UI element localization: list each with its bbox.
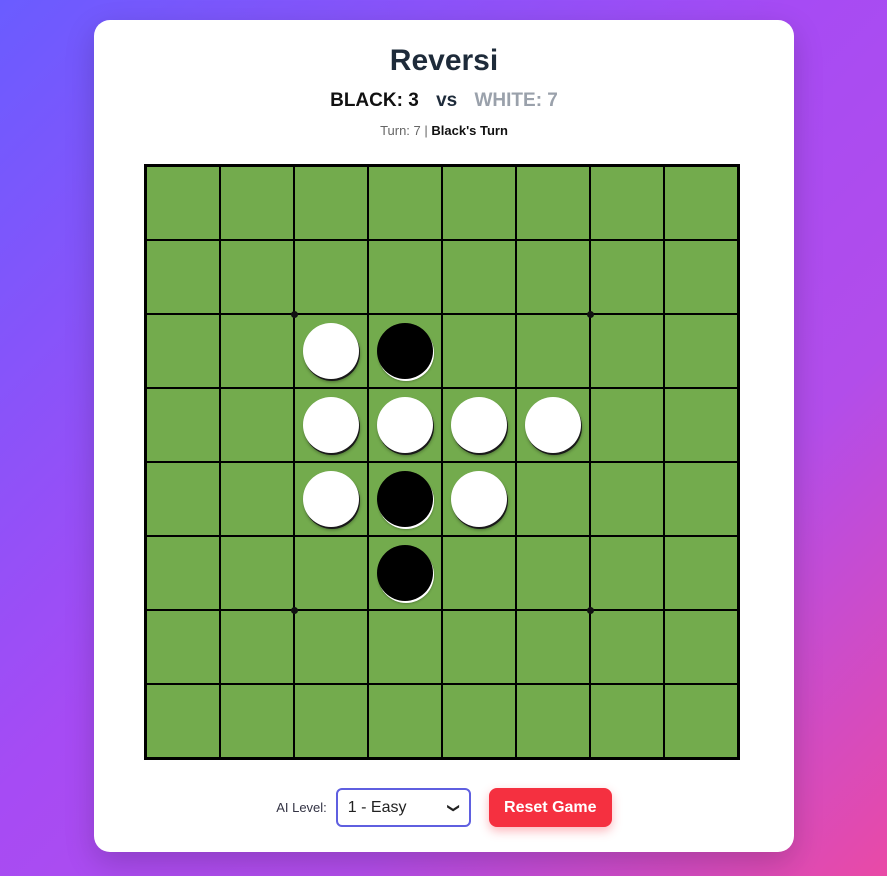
board-cell[interactable] [591, 315, 663, 387]
board-cell[interactable] [517, 685, 589, 757]
white-disc [303, 397, 359, 453]
game-title: Reversi [389, 44, 499, 77]
board-cell[interactable] [295, 167, 367, 239]
board-cell[interactable] [369, 167, 441, 239]
turn-counter: Turn: 7 | [380, 123, 428, 138]
board-cell[interactable] [369, 315, 441, 387]
board-cell[interactable] [147, 611, 219, 683]
black-disc [377, 545, 433, 601]
star-point [586, 310, 594, 318]
star-point [290, 310, 298, 318]
board-cell[interactable] [443, 611, 515, 683]
board-cell[interactable] [369, 389, 441, 461]
board-cell[interactable] [221, 611, 293, 683]
board-cell[interactable] [369, 241, 441, 313]
black-disc [377, 471, 433, 527]
black-score: BLACK: 3 [330, 90, 419, 111]
chevron-down-icon: ❯ [446, 802, 461, 813]
board-cell[interactable] [591, 537, 663, 609]
board-cell[interactable] [591, 241, 663, 313]
board-cell[interactable] [295, 685, 367, 757]
white-disc [303, 323, 359, 379]
white-disc [303, 471, 359, 527]
white-disc [451, 471, 507, 527]
board-cell[interactable] [147, 537, 219, 609]
board-cell[interactable] [665, 241, 737, 313]
board-cell[interactable] [443, 315, 515, 387]
board-cell[interactable] [221, 463, 293, 535]
board-cell[interactable] [517, 241, 589, 313]
ai-level-value: 1 - Easy [347, 798, 407, 816]
game-board [144, 164, 740, 760]
star-point [290, 606, 298, 614]
board-cell[interactable] [591, 611, 663, 683]
board-cell[interactable] [443, 167, 515, 239]
board-cell[interactable] [443, 389, 515, 461]
board-cell[interactable] [295, 241, 367, 313]
board-cell[interactable] [221, 537, 293, 609]
ai-level-label: AI Level: [276, 800, 327, 815]
board-cell[interactable] [443, 463, 515, 535]
turn-status: Turn: 7 | Black's Turn [94, 123, 794, 138]
board-cell[interactable] [665, 537, 737, 609]
board-cell[interactable] [517, 611, 589, 683]
board-cell[interactable] [517, 389, 589, 461]
board-cell[interactable] [665, 611, 737, 683]
board-cell[interactable] [517, 537, 589, 609]
white-disc [451, 397, 507, 453]
board-cell[interactable] [221, 167, 293, 239]
board-cell[interactable] [591, 167, 663, 239]
current-player: Black's Turn [431, 123, 508, 138]
board-cell[interactable] [591, 685, 663, 757]
reset-game-button[interactable]: Reset Game [488, 788, 612, 827]
board-cell[interactable] [443, 241, 515, 313]
vs-label: vs [436, 90, 458, 111]
board-cell[interactable] [221, 685, 293, 757]
white-disc [377, 397, 433, 453]
board-cell[interactable] [147, 389, 219, 461]
board-cell[interactable] [591, 389, 663, 461]
white-disc [525, 397, 581, 453]
board-cell[interactable] [295, 315, 367, 387]
board-cell[interactable] [221, 389, 293, 461]
board-cell[interactable] [147, 241, 219, 313]
board-cell[interactable] [147, 685, 219, 757]
board-cell[interactable] [591, 463, 663, 535]
board-cell[interactable] [443, 537, 515, 609]
white-score: WHITE: 7 [474, 90, 558, 111]
board-cell[interactable] [665, 463, 737, 535]
ai-level-select[interactable]: 1 - Easy ❯ [335, 788, 471, 827]
board-cell[interactable] [221, 315, 293, 387]
star-point [586, 606, 594, 614]
board-cell[interactable] [517, 167, 589, 239]
board-cell[interactable] [295, 611, 367, 683]
board-cell[interactable] [147, 167, 219, 239]
controls-bar: AI Level: 1 - Easy ❯ Reset Game [94, 788, 794, 827]
board-cell[interactable] [665, 389, 737, 461]
board-cell[interactable] [517, 315, 589, 387]
board-cell[interactable] [295, 463, 367, 535]
board-cell[interactable] [443, 685, 515, 757]
board-cell[interactable] [369, 685, 441, 757]
board-cell[interactable] [295, 389, 367, 461]
board-cell[interactable] [295, 537, 367, 609]
board-cell[interactable] [665, 685, 737, 757]
board-cell[interactable] [665, 167, 737, 239]
board-cell[interactable] [517, 463, 589, 535]
board-cell[interactable] [369, 463, 441, 535]
board-cell[interactable] [369, 611, 441, 683]
board-cell[interactable] [147, 315, 219, 387]
game-card: Reversi BLACK: 3 vs WHITE: 7 Turn: 7 | B… [94, 20, 794, 852]
scoreboard: BLACK: 3 vs WHITE: 7 [94, 90, 794, 112]
board-cell[interactable] [665, 315, 737, 387]
board-cell[interactable] [147, 463, 219, 535]
board-cell[interactable] [369, 537, 441, 609]
black-disc [377, 323, 433, 379]
board-cell[interactable] [221, 241, 293, 313]
